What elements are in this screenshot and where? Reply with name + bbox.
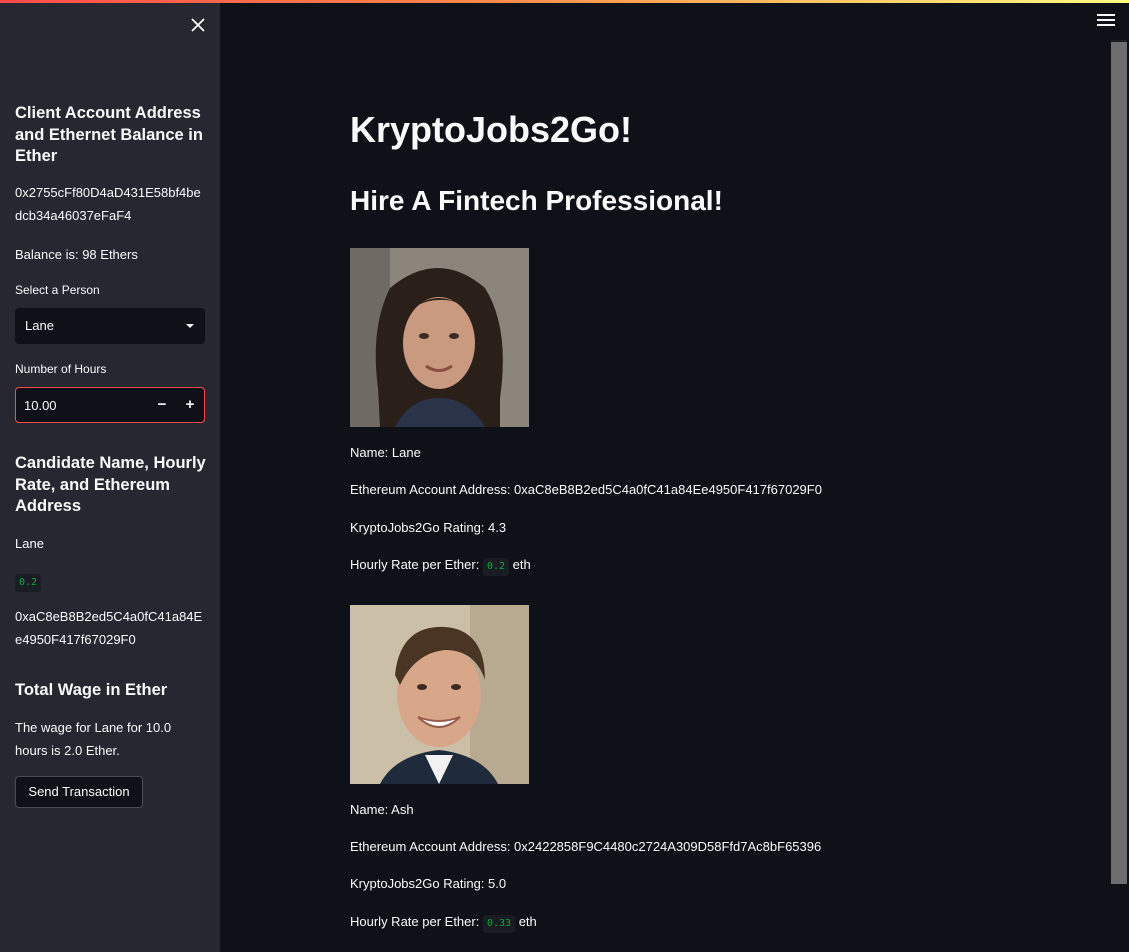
- chevron-down-icon: [186, 324, 194, 328]
- page-subtitle: Hire A Fintech Professional!: [350, 185, 723, 216]
- hours-label: Number of Hours: [15, 362, 107, 376]
- candidate-2-rate-suffix: eth: [518, 914, 537, 929]
- candidate-1-name: Name: Lane: [350, 445, 421, 460]
- candidate-2-rating: KryptoJobs2Go Rating: 5.0: [350, 876, 507, 891]
- hamburger-menu-icon[interactable]: [1097, 14, 1115, 30]
- candidate-2-rate-row: Hourly Rate per Ether: 0.33 eth: [350, 913, 537, 933]
- candidate-1-address: Ethereum Account Address: 0xaC8eB8B2ed5C…: [350, 482, 822, 497]
- wage-header: Total Wage in Ether: [15, 681, 168, 699]
- wage-text: The wage for Lane for 10.0 hours is 2.0 …: [15, 720, 172, 758]
- candidate-header: Candidate Name, Hourly Rate, and Ethereu…: [15, 454, 206, 515]
- candidate-2-address: Ethereum Account Address: 0x2422858F9C44…: [350, 839, 822, 854]
- candidate-2-rate-prefix: Hourly Rate per Ether:: [350, 914, 480, 929]
- account-header: Client Account Address and Ethernet Bala…: [15, 104, 203, 165]
- candidate-address: 0xaC8eB8B2ed5C4a0fC41a84Ee4950F417f67029…: [15, 609, 203, 647]
- candidate-photo-lane: [350, 248, 529, 427]
- balance-text: Balance is: 98 Ethers: [15, 247, 138, 262]
- hours-input[interactable]: [24, 388, 144, 422]
- candidate-rate-wrap: 0.2: [15, 572, 207, 592]
- increment-button[interactable]: +: [176, 388, 204, 422]
- person-select[interactable]: Lane: [15, 308, 205, 344]
- person-select-value: Lane: [25, 318, 54, 333]
- candidate-1-rating: KryptoJobs2Go Rating: 4.3: [350, 520, 507, 535]
- candidate-photo-ash: [350, 605, 529, 784]
- scrollbar-thumb[interactable]: [1111, 42, 1127, 884]
- hours-number-input: − +: [15, 387, 205, 423]
- send-transaction-button[interactable]: Send Transaction: [15, 776, 143, 808]
- candidate-1-rate-value: 0.2: [482, 558, 510, 576]
- candidate-1-rate-row: Hourly Rate per Ether: 0.2 eth: [350, 556, 531, 576]
- close-icon: [191, 18, 205, 32]
- candidate-1-rate-prefix: Hourly Rate per Ether:: [350, 557, 480, 572]
- top-decoration-bar: [0, 0, 1129, 3]
- close-sidebar-button[interactable]: [188, 15, 208, 35]
- candidate-2-name: Name: Ash: [350, 802, 414, 817]
- account-address: 0x2755cFf80D4aD431E58bf4bedcb34a46037eFa…: [15, 185, 201, 223]
- select-person-label: Select a Person: [15, 283, 100, 297]
- sidebar: Client Account Address and Ethernet Bala…: [0, 3, 220, 952]
- page-title: KryptoJobs2Go!: [350, 109, 633, 150]
- candidate-rate: 0.2: [15, 574, 42, 592]
- candidate-1-rate-suffix: eth: [512, 557, 531, 572]
- candidate-name: Lane: [15, 536, 44, 551]
- candidate-2-rate-value: 0.33: [482, 915, 516, 933]
- decrement-button[interactable]: −: [148, 388, 176, 422]
